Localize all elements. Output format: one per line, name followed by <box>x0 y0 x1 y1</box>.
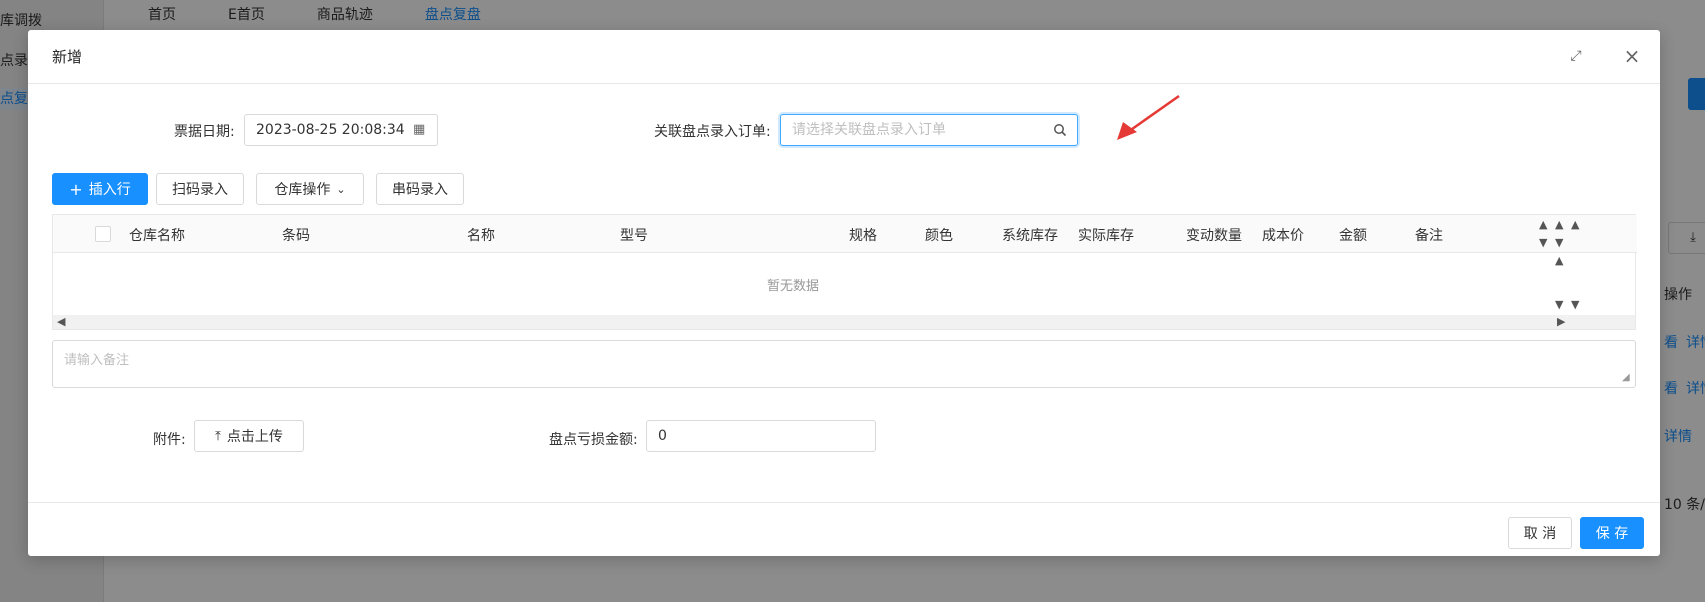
items-table: 仓库名称 条码 名称 型号 规格 颜色 系统库存 实际库存 变动数量 成本价 金… <box>52 214 1637 330</box>
cancel-button[interactable]: 取 消 <box>1508 517 1572 549</box>
calendar-icon: ▦ <box>413 122 426 137</box>
upload-icon: ⤒ <box>215 428 221 444</box>
column-change-qty: 变动数量 <box>1186 228 1242 244</box>
empty-text: 暂无数据 <box>766 279 819 294</box>
serial-entry-label: 串码录入 <box>392 182 448 198</box>
order-placeholder: 请选择关联盘点录入订单 <box>792 122 946 138</box>
add-modal: 新增 ⤢ × 票据日期: 2023-08-25 20:08:34 ▦ 关联盘点录… <box>28 30 1660 556</box>
attachment-label: 附件: <box>153 432 186 448</box>
modal-title: 新增 <box>52 48 83 66</box>
column-remark: 备注 <box>1415 228 1443 244</box>
upload-button[interactable]: ⤒ 点击上传 <box>194 420 304 452</box>
column-barcode: 条码 <box>282 228 310 244</box>
vertical-scroll-arrows[interactable]: ▲ ▲ ▲ ▼ ▼ ▲ ▼ ▼ <box>1529 215 1635 315</box>
scan-entry-label: 扫码录入 <box>172 182 228 198</box>
warehouse-ops-label: 仓库操作 <box>274 182 331 198</box>
scroll-up-icon[interactable]: ▲ <box>1539 219 1547 231</box>
serial-entry-button[interactable]: 串码录入 <box>376 173 464 205</box>
scroll-left-icon[interactable]: ◀ <box>57 316 65 328</box>
date-value: 2023-08-25 20:08:34 <box>256 122 405 138</box>
save-label: 保 存 <box>1595 526 1629 542</box>
plus-icon: + <box>69 179 83 199</box>
column-model: 型号 <box>620 228 648 244</box>
column-spec: 规格 <box>849 228 877 244</box>
column-amount: 金额 <box>1339 228 1367 244</box>
remark-textarea[interactable]: 请输入备注 <box>52 340 1636 388</box>
loss-amount-input[interactable]: 0 <box>646 420 876 452</box>
modal-footer: 取 消 保 存 <box>28 502 1660 556</box>
column-actual-stock: 实际库存 <box>1078 228 1134 244</box>
fullscreen-icon[interactable]: ⤢ <box>1568 48 1584 64</box>
select-all-checkbox[interactable] <box>95 226 111 242</box>
scroll-down-icon[interactable]: ▼ <box>1539 237 1547 249</box>
scroll-up-icon[interactable]: ▲ <box>1571 219 1579 231</box>
warehouse-ops-dropdown[interactable]: 仓库操作 ⌄ <box>256 173 364 205</box>
horizontal-scrollbar[interactable]: ◀ ▶ <box>53 315 1635 329</box>
scroll-up-icon[interactable]: ▲ <box>1555 219 1563 231</box>
close-icon[interactable]: × <box>1622 46 1642 66</box>
column-warehouse: 仓库名称 <box>129 228 185 244</box>
column-cost-price: 成本价 <box>1262 228 1304 244</box>
annotation-arrow-icon <box>1117 94 1180 140</box>
loss-amount-value: 0 <box>658 428 667 444</box>
order-label: 关联盘点录入订单: <box>654 124 771 140</box>
date-label: 票据日期: <box>174 124 235 140</box>
date-picker[interactable]: 2023-08-25 20:08:34 ▦ <box>244 114 438 146</box>
scroll-down-icon[interactable]: ▼ <box>1571 299 1579 311</box>
cancel-label: 取 消 <box>1523 526 1557 542</box>
save-button[interactable]: 保 存 <box>1580 517 1644 549</box>
insert-row-button[interactable]: + 插入行 <box>52 173 148 205</box>
table-header: 仓库名称 条码 名称 型号 规格 颜色 系统库存 实际库存 变动数量 成本价 金… <box>53 215 1637 253</box>
column-name: 名称 <box>467 228 495 244</box>
loss-amount-label: 盘点亏损金额: <box>549 432 638 448</box>
scan-entry-button[interactable]: 扫码录入 <box>156 173 244 205</box>
scroll-down-icon[interactable]: ▼ <box>1555 299 1563 311</box>
remark-placeholder: 请输入备注 <box>64 353 130 368</box>
column-system-stock: 系统库存 <box>1002 228 1058 244</box>
resize-handle-icon[interactable]: ◢ <box>1622 372 1634 384</box>
insert-row-label: 插入行 <box>88 182 131 198</box>
scroll-up-icon[interactable]: ▲ <box>1555 255 1563 267</box>
upload-label: 点击上传 <box>226 429 283 445</box>
chevron-down-icon: ⌄ <box>336 182 346 196</box>
scroll-right-icon[interactable]: ▶ <box>1557 316 1565 328</box>
scroll-down-icon[interactable]: ▼ <box>1555 237 1563 249</box>
order-search-input[interactable]: 请选择关联盘点录入订单 <box>780 114 1078 146</box>
search-icon[interactable] <box>1053 115 1067 145</box>
column-color: 颜色 <box>925 228 953 244</box>
modal-header: 新增 ⤢ × <box>28 30 1660 84</box>
